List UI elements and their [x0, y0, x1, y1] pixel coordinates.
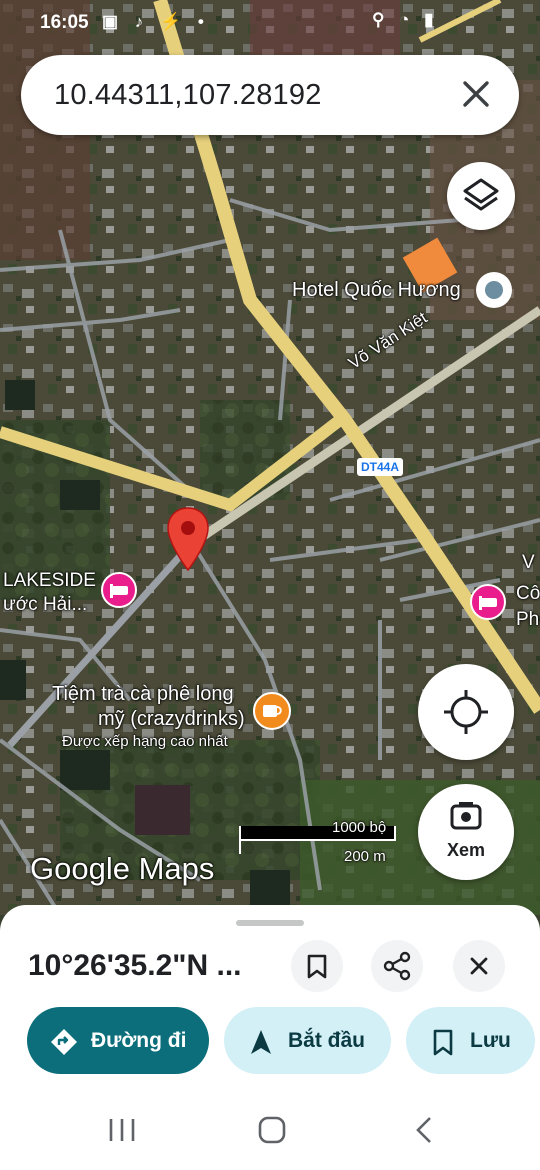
selected-place-icon[interactable]: [474, 270, 514, 310]
system-icons: ⚲ ◔ ▮: [372, 10, 439, 29]
bookmark-icon: [307, 954, 327, 979]
share-icon: [383, 951, 411, 981]
google-maps-watermark: Google Maps: [30, 851, 215, 886]
start-label: Bắt đầu: [288, 1029, 366, 1052]
hotel-poi-icon[interactable]: [101, 572, 137, 608]
recents-icon[interactable]: [106, 1115, 138, 1145]
poi-label[interactable]: Ph: [516, 609, 539, 631]
lakeside-sublabel[interactable]: ước Hải...: [3, 594, 87, 616]
camera-icon: [450, 802, 482, 830]
cafe-label[interactable]: Tiệm trà cà phê long: [52, 683, 234, 706]
directions-button[interactable]: Đường đi: [27, 1007, 209, 1074]
satellite-imagery: [0, 0, 540, 915]
scale-metric: 200 m: [344, 848, 386, 865]
system-nav-bar: [0, 1090, 540, 1170]
notification-icons: ▣ ♪ ⚡ •: [102, 12, 210, 31]
close-icon[interactable]: [459, 77, 493, 111]
lakeside-label[interactable]: LAKESIDE: [3, 570, 96, 592]
hotel-label[interactable]: Hotel Quốc Hương: [292, 279, 461, 302]
layers-icon: [463, 178, 499, 211]
crosshair-icon: [444, 690, 488, 734]
back-icon[interactable]: [410, 1114, 438, 1146]
hotel-poi-icon[interactable]: [470, 584, 506, 620]
layers-button[interactable]: [447, 162, 515, 230]
map-view[interactable]: 16:05 ▣ ♪ ⚡ • ⚲ ◔ ▮ 10.44311,107.28192 H…: [0, 0, 540, 915]
save-label: Lưu: [470, 1029, 511, 1052]
directions-icon: [51, 1029, 77, 1055]
cafe-rating-label: Được xếp hạng cao nhất: [62, 733, 228, 750]
scale-imperial: 1000 bộ: [332, 819, 387, 836]
share-button[interactable]: [371, 940, 423, 992]
my-location-button[interactable]: [418, 664, 514, 760]
cafe-poi-icon[interactable]: [253, 692, 291, 730]
xem-label: Xem: [446, 840, 486, 860]
home-icon[interactable]: [256, 1114, 288, 1146]
save-button[interactable]: Lưu: [406, 1007, 535, 1074]
bookmark-button[interactable]: [291, 940, 343, 992]
status-bar: 16:05 ▣ ♪ ⚡ • ⚲ ◔ ▮: [0, 0, 540, 48]
drag-handle[interactable]: [236, 920, 304, 926]
place-title: 10°26'35.2"N ...: [28, 949, 242, 982]
start-button[interactable]: Bắt đầu: [224, 1007, 391, 1074]
route-shield: DT44A: [357, 458, 404, 476]
map-pin-icon[interactable]: [166, 506, 210, 574]
xem-button[interactable]: Xem: [418, 784, 514, 880]
search-query[interactable]: 10.44311,107.28192: [54, 79, 322, 112]
bookmark-icon: [433, 1029, 453, 1056]
status-time: 16:05: [40, 12, 89, 33]
close-sheet-button[interactable]: [453, 940, 505, 992]
poi-label[interactable]: Cô: [516, 583, 540, 605]
directions-label: Đường đi: [91, 1029, 187, 1052]
cafe-label[interactable]: mỹ (crazydrinks): [98, 708, 245, 731]
search-bar[interactable]: 10.44311,107.28192: [21, 55, 519, 135]
navigation-arrow-icon: [251, 1030, 271, 1054]
poi-label[interactable]: V: [522, 552, 535, 574]
close-icon: [470, 957, 488, 975]
